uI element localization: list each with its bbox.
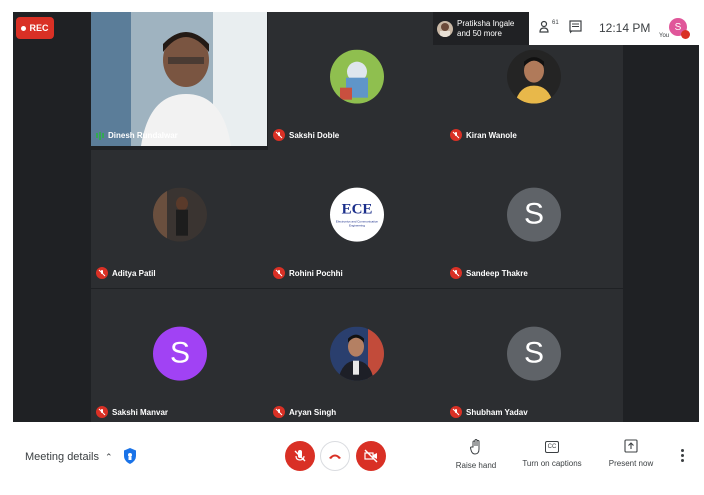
mic-off-icon xyxy=(273,267,285,279)
participant-tile-dinesh[interactable]: Dinesh Rundalwar xyxy=(91,12,267,146)
participant-name-row: Aryan Singh xyxy=(273,406,336,418)
meet-window: REC Dinesh Rundalwar Sakshi Doble Kiran … xyxy=(0,0,704,495)
mic-off-icon xyxy=(273,129,285,141)
more-vert-icon xyxy=(681,449,684,462)
participant-name: Rohini Pochhi xyxy=(289,268,343,278)
participant-tile-aryan-singh[interactable]: Aryan Singh xyxy=(268,289,446,422)
participant-avatar xyxy=(507,49,561,104)
participant-name: Shubham Yadav xyxy=(466,407,528,417)
participant-tile-sandeep-thakre[interactable]: S Sandeep Thakre xyxy=(445,150,623,288)
participant-name-row: Sandeep Thakre xyxy=(450,267,528,279)
meeting-details-label: Meeting details xyxy=(25,451,99,463)
logo-subtitle: Electronics and Communication Engineerin… xyxy=(335,219,379,228)
join-notification[interactable]: Pratiksha Ingale and 50 more xyxy=(433,12,529,45)
participant-name-row: Shubham Yadav xyxy=(450,406,528,418)
joiner-text: Pratiksha Ingale and 50 more xyxy=(457,19,514,39)
chat-icon xyxy=(569,20,582,34)
people-icon xyxy=(539,20,549,33)
chevron-up-icon: ⌃ xyxy=(105,451,113,462)
mic-off-icon xyxy=(96,406,108,418)
participant-initial-avatar: S xyxy=(507,326,561,381)
participant-avatar xyxy=(330,49,384,104)
participant-name-row: Dinesh Rundalwar xyxy=(96,131,178,140)
participant-initial-avatar: S xyxy=(507,187,561,242)
participant-avatar xyxy=(153,187,207,242)
chat-button[interactable] xyxy=(569,20,582,39)
participant-tile-rohini-pochhi[interactable]: ECE Electronics and Communication Engine… xyxy=(268,150,446,288)
camera-toggle-button[interactable] xyxy=(356,441,386,471)
participants-button[interactable]: 61 xyxy=(539,20,559,34)
participant-name: Sakshi Manvar xyxy=(112,407,169,417)
self-label: You xyxy=(659,33,670,39)
joiner-name: Pratiksha Ingale xyxy=(457,18,515,28)
camera-off-icon xyxy=(364,449,378,463)
joiner-avatar xyxy=(437,20,453,37)
participant-name-row: Sakshi Doble xyxy=(273,129,339,141)
recording-badge: REC xyxy=(16,17,54,39)
bottom-control-bar: Meeting details ⌃ Raise hand CC Turn on … xyxy=(0,425,704,495)
participant-initial-avatar: S xyxy=(153,326,207,381)
clock-time: 12:14 PM xyxy=(599,21,651,35)
present-now-label: Present now xyxy=(608,459,654,468)
participant-tile-sakshi-doble[interactable]: Sakshi Doble xyxy=(268,12,446,150)
raise-hand-label: Raise hand xyxy=(455,461,497,470)
more-options-button[interactable] xyxy=(681,449,684,462)
recording-dot-icon xyxy=(21,25,27,31)
leave-call-button[interactable] xyxy=(320,441,350,471)
mic-off-icon xyxy=(96,267,108,279)
self-avatar-button[interactable]: You S xyxy=(657,14,697,44)
shield-icon xyxy=(124,448,136,464)
mic-off-icon xyxy=(294,450,306,462)
participant-name: Sakshi Doble xyxy=(289,130,340,140)
mic-off-icon xyxy=(450,406,462,418)
participant-name-row: Aditya Patil xyxy=(96,267,156,279)
logo-title: ECE xyxy=(341,201,373,218)
mic-off-icon xyxy=(450,267,462,279)
present-icon xyxy=(624,439,638,453)
hand-icon xyxy=(470,439,480,455)
participant-avatar xyxy=(330,326,384,381)
captions-label: Turn on captions xyxy=(522,459,582,468)
participant-name-row: Kiran Wanole xyxy=(450,129,517,141)
participants-count: 61 xyxy=(552,20,559,26)
raise-hand-button[interactable]: Raise hand xyxy=(446,439,506,470)
participant-name: Aditya Patil xyxy=(112,268,156,278)
participant-tile-shubham-yadav[interactable]: S Shubham Yadav xyxy=(445,289,623,422)
top-right-bar: 61 12:14 PM You S xyxy=(529,12,699,45)
joiner-more: and 50 more xyxy=(457,28,502,38)
captions-icon: CC xyxy=(545,441,559,453)
captions-button[interactable]: CC Turn on captions xyxy=(521,439,583,468)
host-controls-button[interactable] xyxy=(123,447,137,470)
recording-label: REC xyxy=(29,23,49,33)
meeting-details-button[interactable]: Meeting details ⌃ xyxy=(25,451,113,463)
mic-off-icon xyxy=(273,406,285,418)
participant-name: Dinesh Rundalwar xyxy=(108,131,178,140)
participant-name: Aryan Singh xyxy=(289,407,337,417)
video-grid: REC Dinesh Rundalwar Sakshi Doble Kiran … xyxy=(13,12,699,422)
participant-tile-aditya-patil[interactable]: Aditya Patil xyxy=(91,150,269,288)
self-mic-off-icon xyxy=(681,30,690,39)
participant-name-row: Sakshi Manvar xyxy=(96,406,168,418)
microphone-toggle-button[interactable] xyxy=(285,441,315,471)
participant-name-row: Rohini Pochhi xyxy=(273,267,343,279)
present-now-button[interactable]: Present now xyxy=(601,439,661,468)
participant-video xyxy=(91,12,267,146)
captions-icon-text: CC xyxy=(547,444,557,450)
participant-logo-avatar: ECE Electronics and Communication Engine… xyxy=(330,187,384,242)
participant-name: Kiran Wanole xyxy=(466,130,517,140)
participant-name: Sandeep Thakre xyxy=(466,268,528,278)
mic-off-icon xyxy=(450,129,462,141)
hang-up-icon xyxy=(329,454,341,459)
participant-tile-sakshi-manvar[interactable]: S Sakshi Manvar xyxy=(91,289,269,422)
audio-level-icon xyxy=(96,131,104,140)
